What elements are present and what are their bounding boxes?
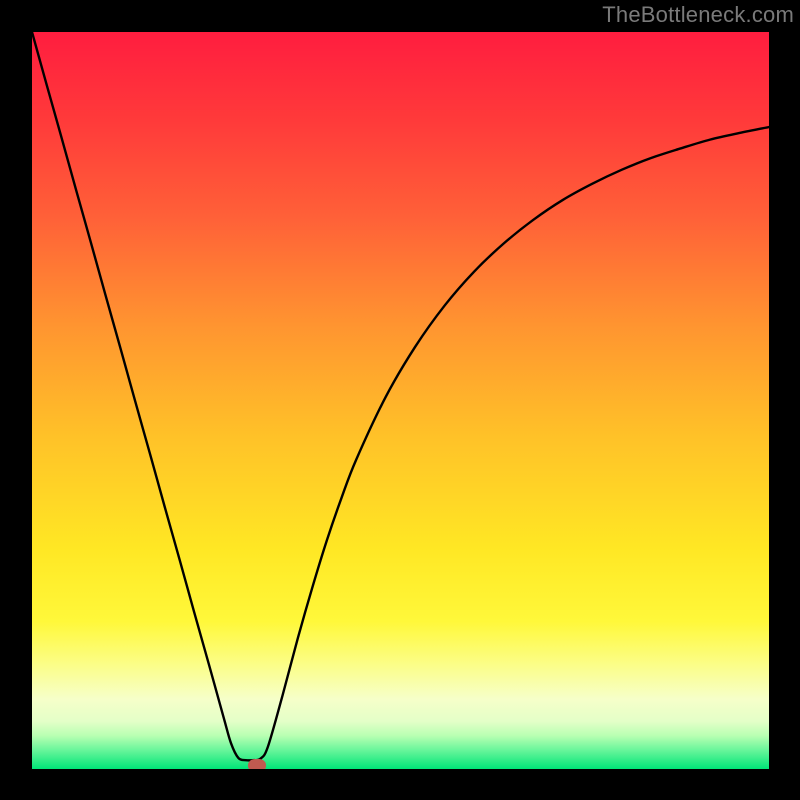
plot-area [32,32,769,769]
watermark-text: TheBottleneck.com [602,2,794,28]
chart-stage: TheBottleneck.com [0,0,800,800]
optimal-point-marker [248,759,266,769]
curve-layer [32,32,769,769]
bottleneck-curve [32,32,769,760]
